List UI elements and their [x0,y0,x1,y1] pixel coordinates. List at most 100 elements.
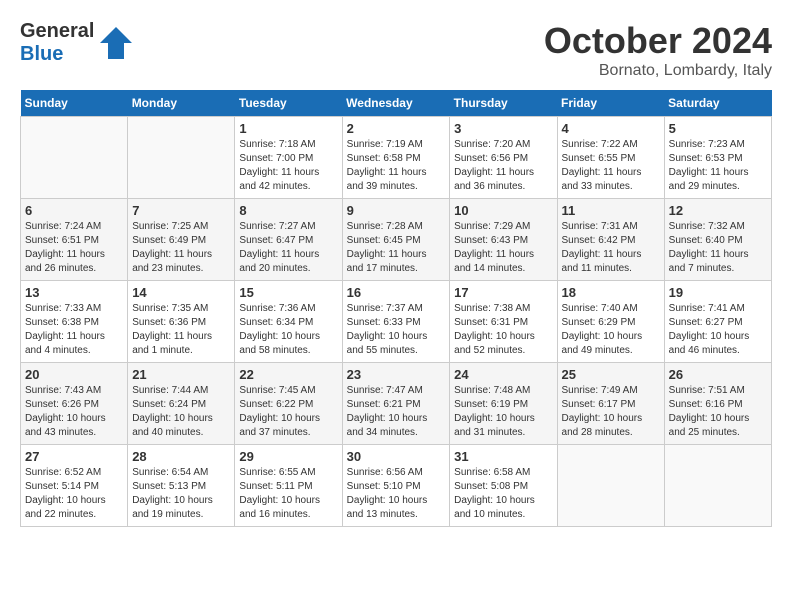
calendar-cell: 26 Sunrise: 7:51 AMSunset: 6:16 PMDayligh… [664,363,771,445]
day-info: Sunrise: 7:44 AMSunset: 6:24 PMDaylight:… [132,384,230,440]
calendar-header-row: SundayMondayTuesdayWednesdayThursdayFrid… [21,90,772,117]
month-year: October 2024 [544,20,772,62]
page-header: General Blue October 2024 Bornato, Lomba… [20,20,772,80]
logo-general: General [20,20,94,42]
calendar-week-row: 20 Sunrise: 7:43 AMSunset: 6:26 PMDayligh… [21,363,772,445]
day-number: 5 [669,121,767,136]
day-info: Sunrise: 7:22 AMSunset: 6:55 PMDaylight:… [562,138,660,194]
day-info: Sunrise: 7:18 AMSunset: 7:00 PMDaylight:… [239,138,337,194]
calendar-cell: 6Sunrise: 7:24 AMSunset: 6:51 PMDaylight… [21,199,128,281]
calendar-cell: 3 Sunrise: 7:20 AMSunset: 6:56 PMDaylight… [450,117,557,199]
day-info: Sunrise: 7:51 AMSunset: 6:16 PMDaylight:… [669,384,767,440]
calendar-cell: 11 Sunrise: 7:31 AMSunset: 6:42 PMDayligh… [557,199,664,281]
calendar-cell: 25Sunrise: 7:49 AMSunset: 6:17 PMDayligh… [557,363,664,445]
calendar-cell: 24Sunrise: 7:48 AMSunset: 6:19 PMDayligh… [450,363,557,445]
day-info: Sunrise: 7:24 AMSunset: 6:51 PMDaylight:… [25,220,123,276]
day-number: 26 [669,367,767,382]
day-number: 14 [132,285,230,300]
day-info: Sunrise: 6:56 AMSunset: 5:10 PMDaylight:… [347,466,446,522]
day-info: Sunrise: 7:33 AMSunset: 6:38 PMDaylight:… [25,302,123,358]
day-number: 30 [347,449,446,464]
day-header-friday: Friday [557,90,664,117]
calendar-week-row: 13 Sunrise: 7:33 AMSunset: 6:38 PMDayligh… [21,281,772,363]
day-number: 22 [239,367,337,382]
calendar-cell: 16Sunrise: 7:37 AMSunset: 6:33 PMDayligh… [342,281,450,363]
calendar-cell: 23Sunrise: 7:47 AMSunset: 6:21 PMDayligh… [342,363,450,445]
calendar-cell: 30 Sunrise: 6:56 AMSunset: 5:10 PMDayligh… [342,445,450,527]
day-info: Sunrise: 7:35 AMSunset: 6:36 PMDaylight:… [132,302,230,358]
day-info: Sunrise: 7:40 AMSunset: 6:29 PMDaylight:… [562,302,660,358]
day-info: Sunrise: 7:43 AMSunset: 6:26 PMDaylight:… [25,384,123,440]
day-info: Sunrise: 7:27 AMSunset: 6:47 PMDaylight:… [239,220,337,276]
day-info: Sunrise: 7:32 AMSunset: 6:40 PMDaylight:… [669,220,767,276]
day-number: 13 [25,285,123,300]
day-number: 3 [454,121,552,136]
day-number: 19 [669,285,767,300]
day-info: Sunrise: 7:47 AMSunset: 6:21 PMDaylight:… [347,384,446,440]
calendar-cell: 22Sunrise: 7:45 AMSunset: 6:22 PMDayligh… [235,363,342,445]
calendar-cell: 7 Sunrise: 7:25 AMSunset: 6:49 PMDaylight… [128,199,235,281]
day-info: Sunrise: 6:55 AMSunset: 5:11 PMDaylight:… [239,466,337,522]
day-number: 31 [454,449,552,464]
calendar-cell: 5Sunrise: 7:23 AMSunset: 6:53 PMDaylight… [664,117,771,199]
day-header-tuesday: Tuesday [235,90,342,117]
day-header-sunday: Sunday [21,90,128,117]
day-number: 11 [562,203,660,218]
day-number: 8 [239,203,337,218]
day-info: Sunrise: 7:28 AMSunset: 6:45 PMDaylight:… [347,220,446,276]
day-number: 27 [25,449,123,464]
day-header-saturday: Saturday [664,90,771,117]
calendar-cell: 10 Sunrise: 7:29 AMSunset: 6:43 PMDayligh… [450,199,557,281]
day-number: 18 [562,285,660,300]
day-info: Sunrise: 6:52 AMSunset: 5:14 PMDaylight:… [25,466,123,522]
calendar-cell: 28 Sunrise: 6:54 AMSunset: 5:13 PMDayligh… [128,445,235,527]
logo: General Blue [20,20,134,66]
day-header-monday: Monday [128,90,235,117]
calendar-cell [128,117,235,199]
day-number: 17 [454,285,552,300]
day-info: Sunrise: 6:54 AMSunset: 5:13 PMDaylight:… [132,466,230,522]
day-number: 9 [347,203,446,218]
day-number: 1 [239,121,337,136]
day-info: Sunrise: 7:36 AMSunset: 6:34 PMDaylight:… [239,302,337,358]
day-info: Sunrise: 7:19 AMSunset: 6:58 PMDaylight:… [347,138,446,194]
day-info: Sunrise: 7:20 AMSunset: 6:56 PMDaylight:… [454,138,552,194]
title-section: October 2024 Bornato, Lombardy, Italy [544,20,772,80]
calendar-cell: 4 Sunrise: 7:22 AMSunset: 6:55 PMDaylight… [557,117,664,199]
calendar-cell: 21Sunrise: 7:44 AMSunset: 6:24 PMDayligh… [128,363,235,445]
calendar-cell: 20 Sunrise: 7:43 AMSunset: 6:26 PMDayligh… [21,363,128,445]
calendar-week-row: 27 Sunrise: 6:52 AMSunset: 5:14 PMDayligh… [21,445,772,527]
day-info: Sunrise: 7:49 AMSunset: 6:17 PMDaylight:… [562,384,660,440]
day-info: Sunrise: 7:38 AMSunset: 6:31 PMDaylight:… [454,302,552,358]
calendar-week-row: 6Sunrise: 7:24 AMSunset: 6:51 PMDaylight… [21,199,772,281]
calendar-cell: 8 Sunrise: 7:27 AMSunset: 6:47 PMDaylight… [235,199,342,281]
day-number: 12 [669,203,767,218]
day-number: 2 [347,121,446,136]
calendar-table: SundayMondayTuesdayWednesdayThursdayFrid… [20,90,772,527]
day-info: Sunrise: 7:29 AMSunset: 6:43 PMDaylight:… [454,220,552,276]
logo-icon [98,25,134,61]
calendar-cell: 15Sunrise: 7:36 AMSunset: 6:34 PMDayligh… [235,281,342,363]
day-number: 10 [454,203,552,218]
calendar-cell [557,445,664,527]
day-info: Sunrise: 7:25 AMSunset: 6:49 PMDaylight:… [132,220,230,276]
day-info: Sunrise: 7:48 AMSunset: 6:19 PMDaylight:… [454,384,552,440]
day-info: Sunrise: 7:31 AMSunset: 6:42 PMDaylight:… [562,220,660,276]
calendar-cell: 29 Sunrise: 6:55 AMSunset: 5:11 PMDayligh… [235,445,342,527]
calendar-cell: 13 Sunrise: 7:33 AMSunset: 6:38 PMDayligh… [21,281,128,363]
day-info: Sunrise: 7:41 AMSunset: 6:27 PMDaylight:… [669,302,767,358]
day-number: 20 [25,367,123,382]
day-header-wednesday: Wednesday [342,90,450,117]
location: Bornato, Lombardy, Italy [544,62,772,80]
day-number: 4 [562,121,660,136]
day-number: 16 [347,285,446,300]
day-number: 7 [132,203,230,218]
day-header-thursday: Thursday [450,90,557,117]
calendar-cell: 12 Sunrise: 7:32 AMSunset: 6:40 PMDayligh… [664,199,771,281]
calendar-cell: 2 Sunrise: 7:19 AMSunset: 6:58 PMDaylight… [342,117,450,199]
calendar-cell: 14 Sunrise: 7:35 AMSunset: 6:36 PMDayligh… [128,281,235,363]
day-number: 29 [239,449,337,464]
day-number: 28 [132,449,230,464]
calendar-cell: 18 Sunrise: 7:40 AMSunset: 6:29 PMDayligh… [557,281,664,363]
day-info: Sunrise: 6:58 AMSunset: 5:08 PMDaylight:… [454,466,552,522]
